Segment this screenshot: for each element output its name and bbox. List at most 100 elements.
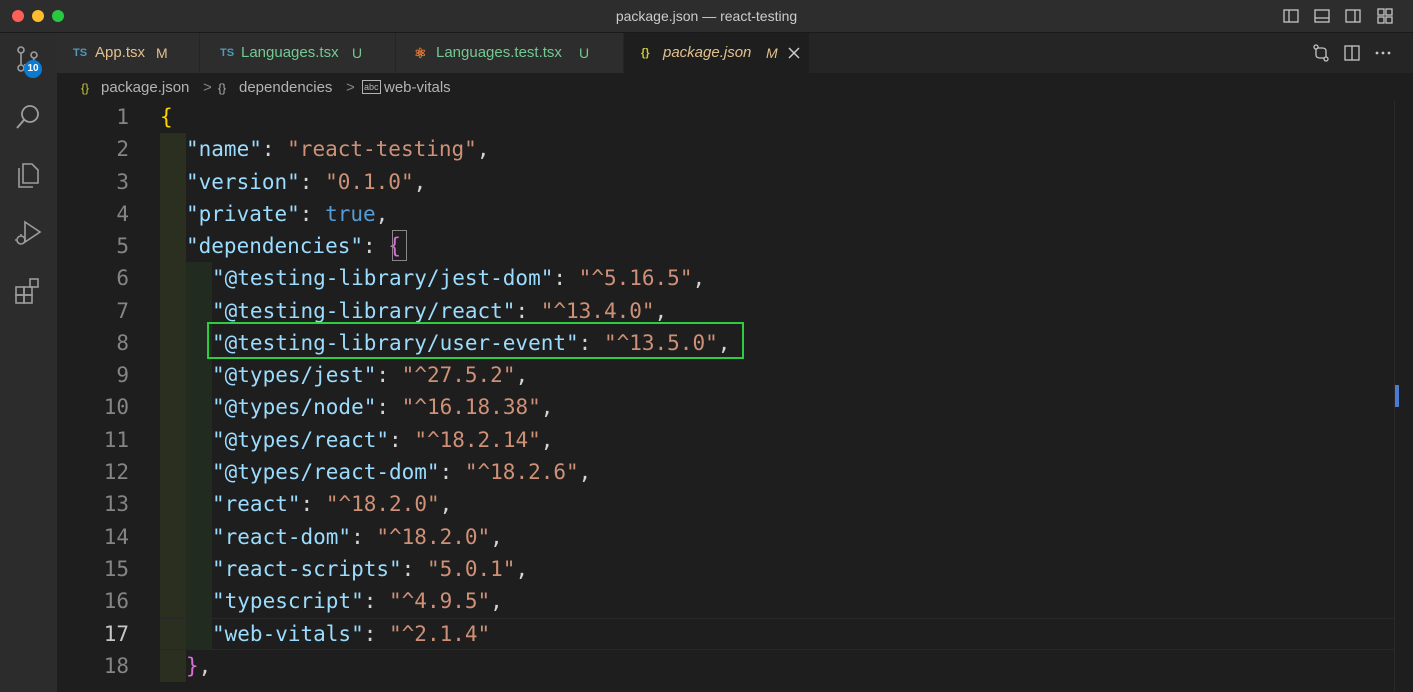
line-number: 10 — [103, 395, 129, 419]
line-number-current: 17 — [103, 622, 129, 646]
json-key: "name" — [186, 137, 262, 161]
source-control-badge: 10 — [24, 60, 42, 78]
split-editor-icon[interactable] — [1342, 43, 1362, 63]
json-string: "^18.2.0" — [325, 492, 440, 516]
json-key: "dependencies" — [186, 234, 364, 258]
code-line: "@types/react": "^18.2.14", — [212, 428, 554, 452]
code-line: }, — [186, 654, 212, 678]
json-string: "^18.2.0" — [376, 525, 491, 549]
json-key: "version" — [186, 170, 300, 194]
window-title: package.json — react-testing — [615, 8, 798, 24]
run-and-debug-icon[interactable] — [12, 217, 44, 249]
code-line: "version": "0.1.0", — [186, 170, 427, 194]
toggle-primary-sidebar-icon[interactable] — [1282, 7, 1300, 25]
line-number: 6 — [116, 266, 129, 290]
json-key: "@types/react" — [212, 428, 390, 452]
editor-tab-bar: TS App.tsx M TS Languages.tsx U ⚛ Langua… — [57, 33, 1413, 73]
code-line: { — [160, 101, 173, 133]
breadcrumb-file[interactable]: package.json — [101, 79, 189, 96]
json-string: "^4.9.5" — [389, 589, 491, 613]
json-string: "^16.18.38" — [401, 395, 541, 419]
code-editor[interactable]: 1 2 3 4 5 6 7 8 9 10 11 12 13 14 15 16 1… — [57, 101, 1394, 692]
line-number: 3 — [116, 170, 129, 194]
code-line-current: "web-vitals": "^2.1.4" — [212, 622, 491, 646]
json-file-icon: {} — [641, 47, 650, 59]
code-line: "@types/node": "^16.18.38", — [212, 395, 554, 419]
json-key: "web-vitals" — [212, 622, 364, 646]
line-number: 11 — [103, 428, 129, 452]
json-file-icon: {} — [81, 81, 90, 95]
json-key: "@testing-library/jest-dom" — [212, 266, 554, 290]
code-line: "private": true, — [186, 202, 389, 226]
tab-package-json[interactable]: {} package.json M — [624, 33, 810, 73]
activity-bar: 10 — [0, 33, 57, 692]
json-string: "^27.5.2" — [401, 363, 516, 387]
line-number: 9 — [116, 363, 129, 387]
tab-label: Languages.tsx — [241, 44, 339, 61]
tab-app-tsx[interactable]: TS App.tsx M — [57, 33, 200, 73]
code-line: "react-scripts": "5.0.1", — [212, 557, 529, 581]
extensions-icon[interactable] — [12, 275, 44, 307]
tab-label: package.json — [663, 44, 752, 61]
json-string: "^18.2.14" — [414, 428, 541, 452]
bracket-match-highlight — [392, 230, 407, 261]
line-number: 7 — [116, 299, 129, 323]
tab-languages-test-tsx[interactable]: ⚛ Languages.test.tsx U — [396, 33, 624, 73]
json-key: "typescript" — [212, 589, 364, 613]
chevron-right-icon: > — [203, 79, 212, 96]
line-number: 1 — [116, 105, 129, 129]
line-number: 8 — [116, 331, 129, 355]
scrollbar-position-marker — [1395, 385, 1399, 407]
code-line: "typescript": "^4.9.5", — [212, 589, 503, 613]
breadcrumb-item[interactable]: web-vitals — [384, 79, 451, 96]
code-line: "name": "react-testing", — [186, 137, 490, 161]
line-number: 12 — [103, 460, 129, 484]
annotation-highlight-box — [207, 322, 744, 359]
tab-git-status: U — [352, 45, 363, 61]
search-icon[interactable] — [12, 101, 44, 133]
code-line: "dependencies": { — [186, 234, 401, 258]
json-boolean: true — [325, 202, 376, 226]
json-string: "^18.2.6" — [464, 460, 579, 484]
toggle-secondary-sidebar-icon[interactable] — [1344, 7, 1362, 25]
title-bar: package.json — react-testing — [0, 0, 1413, 33]
tab-git-status: M — [766, 45, 778, 61]
json-string: "^5.16.5" — [578, 266, 693, 290]
json-string: "0.1.0" — [325, 170, 414, 194]
tab-languages-tsx[interactable]: TS Languages.tsx U — [200, 33, 396, 73]
json-key: "react-dom" — [212, 525, 352, 549]
json-string: "^2.1.4" — [389, 622, 491, 646]
json-key: "@types/react-dom" — [212, 460, 440, 484]
json-key: "react" — [212, 492, 301, 516]
json-string: "react-testing" — [287, 137, 477, 161]
customize-layout-icon[interactable] — [1376, 7, 1394, 25]
code-line: "react-dom": "^18.2.0", — [212, 525, 503, 549]
open-brace: { — [160, 105, 173, 129]
line-number: 15 — [103, 557, 129, 581]
line-number: 4 — [116, 202, 129, 226]
explorer-icon[interactable] — [12, 159, 44, 191]
indent-guide — [186, 262, 212, 650]
toggle-panel-icon[interactable] — [1313, 7, 1331, 25]
json-key: "@types/node" — [212, 395, 377, 419]
json-string: "^13.4.0" — [540, 299, 655, 323]
breadcrumb: {} package.json > {} dependencies > abc … — [57, 73, 1413, 101]
tab-label: App.tsx — [95, 44, 146, 61]
typescript-file-icon: TS — [220, 47, 235, 59]
breadcrumb-section[interactable]: dependencies — [239, 79, 332, 96]
code-line: "@types/jest": "^27.5.2", — [212, 363, 529, 387]
code-line: "@testing-library/jest-dom": "^5.16.5", — [212, 266, 706, 290]
tab-git-status: U — [579, 45, 590, 61]
code-line: "react": "^18.2.0", — [212, 492, 453, 516]
indent-guide — [160, 133, 186, 682]
typescript-file-icon: TS — [73, 47, 88, 59]
line-number: 16 — [103, 589, 129, 613]
json-key: "@types/jest" — [212, 363, 377, 387]
line-number: 2 — [116, 137, 129, 161]
more-actions-icon[interactable] — [1373, 43, 1393, 63]
line-number: 13 — [103, 492, 129, 516]
object-icon: {} — [218, 81, 227, 95]
open-changes-icon[interactable] — [1311, 43, 1331, 63]
close-icon[interactable] — [787, 46, 801, 60]
tab-git-status: M — [156, 45, 168, 61]
